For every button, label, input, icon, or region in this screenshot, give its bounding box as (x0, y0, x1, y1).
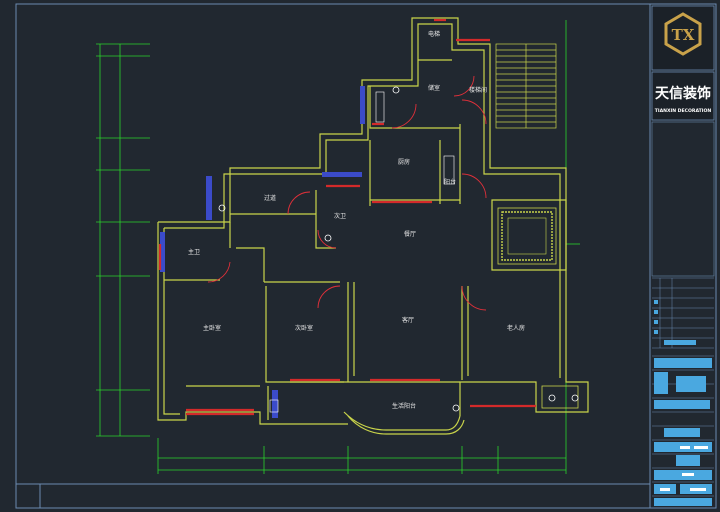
door-swings (207, 75, 487, 311)
room-label-master-bath: 主卫 (188, 248, 200, 256)
staircase (495, 43, 557, 129)
room-label-living: 客厅 (402, 316, 414, 324)
room-label-kitchen: 厨房 (398, 158, 410, 166)
room-label-balcony: 生活阳台 (392, 402, 416, 410)
fixtures (160, 86, 579, 418)
company-name-en: TIANXIN DECORATION (655, 108, 712, 114)
room-label-second-bedroom: 次卧室 (295, 324, 313, 332)
room-label-bath2: 次卫 (334, 212, 346, 220)
room-label-dining: 餐厅 (404, 230, 416, 238)
room-label-stair-landing: 楼梯间 (469, 86, 487, 94)
walls (157, 17, 589, 435)
room-label-hall-top: 电梯 (428, 30, 440, 38)
room-label-corridor: 过道 (264, 194, 276, 202)
logo-mark: TX (672, 26, 695, 44)
title-block: TX 天信装饰 TIANXIN DECORATION (651, 5, 715, 506)
room-labels: 电梯 储室 楼梯间 厨房 过道 阳台 次卫 主卫 餐厅 主卧室 次卧室 客厅 老… (188, 30, 525, 410)
company-name-cn: 天信装饰 (655, 85, 711, 102)
room-label-elder-bedroom: 老人房 (507, 324, 525, 332)
floor-plan-drawing: TX 天信装饰 TIANXIN DECORATION 电梯 储室 楼梯间 厨房 … (15, 3, 717, 509)
room-label-master-bedroom: 主卧室 (203, 324, 221, 332)
room-label-storage: 储室 (428, 84, 440, 92)
room-label-laundry: 阳台 (444, 178, 456, 186)
